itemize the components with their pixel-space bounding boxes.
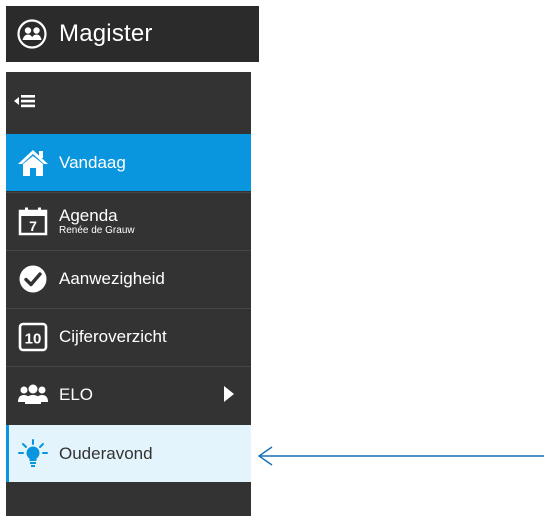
lightbulb-icon [17,438,49,470]
home-icon [17,147,49,179]
app-header: Magister [6,6,259,62]
app-title: Magister [59,20,153,47]
magister-logo-icon [17,19,47,49]
check-circle-icon [17,263,49,295]
sidebar-item-label: Ouderavond [59,443,153,463]
sidebar: Vandaag 7 Agenda Renée de Grauw Aanwezig… [6,72,251,516]
users-icon [17,379,49,411]
sidebar-item-agenda[interactable]: 7 Agenda Renée de Grauw [6,192,251,249]
sidebar-item-label: ELO [59,385,94,404]
sidebar-item-label: Agenda [59,205,118,225]
svg-text:7: 7 [29,218,37,234]
sidebar-item-label: Aanwezigheid [59,269,165,288]
calendar-7-icon: 7 [17,205,49,237]
sidebar-item-sublabel: Renée de Grauw [59,224,135,236]
sidebar-item-vandaag[interactable]: Vandaag [6,134,251,191]
collapse-menu-icon[interactable] [6,93,36,114]
sidebar-item-elo[interactable]: ELO [6,366,251,423]
grade-10-icon: 10 [17,321,49,353]
svg-text:10: 10 [25,331,42,348]
sidebar-item-label: Vandaag [59,152,126,172]
sidebar-item-ouderavond[interactable]: Ouderavond [6,425,251,482]
sidebar-toggle[interactable] [6,72,251,134]
sidebar-item-cijferoverzicht[interactable]: 10 Cijferoverzicht [6,308,251,365]
sidebar-item-label: Cijferoverzicht [59,327,167,346]
chevron-right-icon[interactable] [224,386,234,407]
arrow-left-icon [256,445,546,472]
sidebar-item-aanwezigheid[interactable]: Aanwezigheid [6,250,251,307]
